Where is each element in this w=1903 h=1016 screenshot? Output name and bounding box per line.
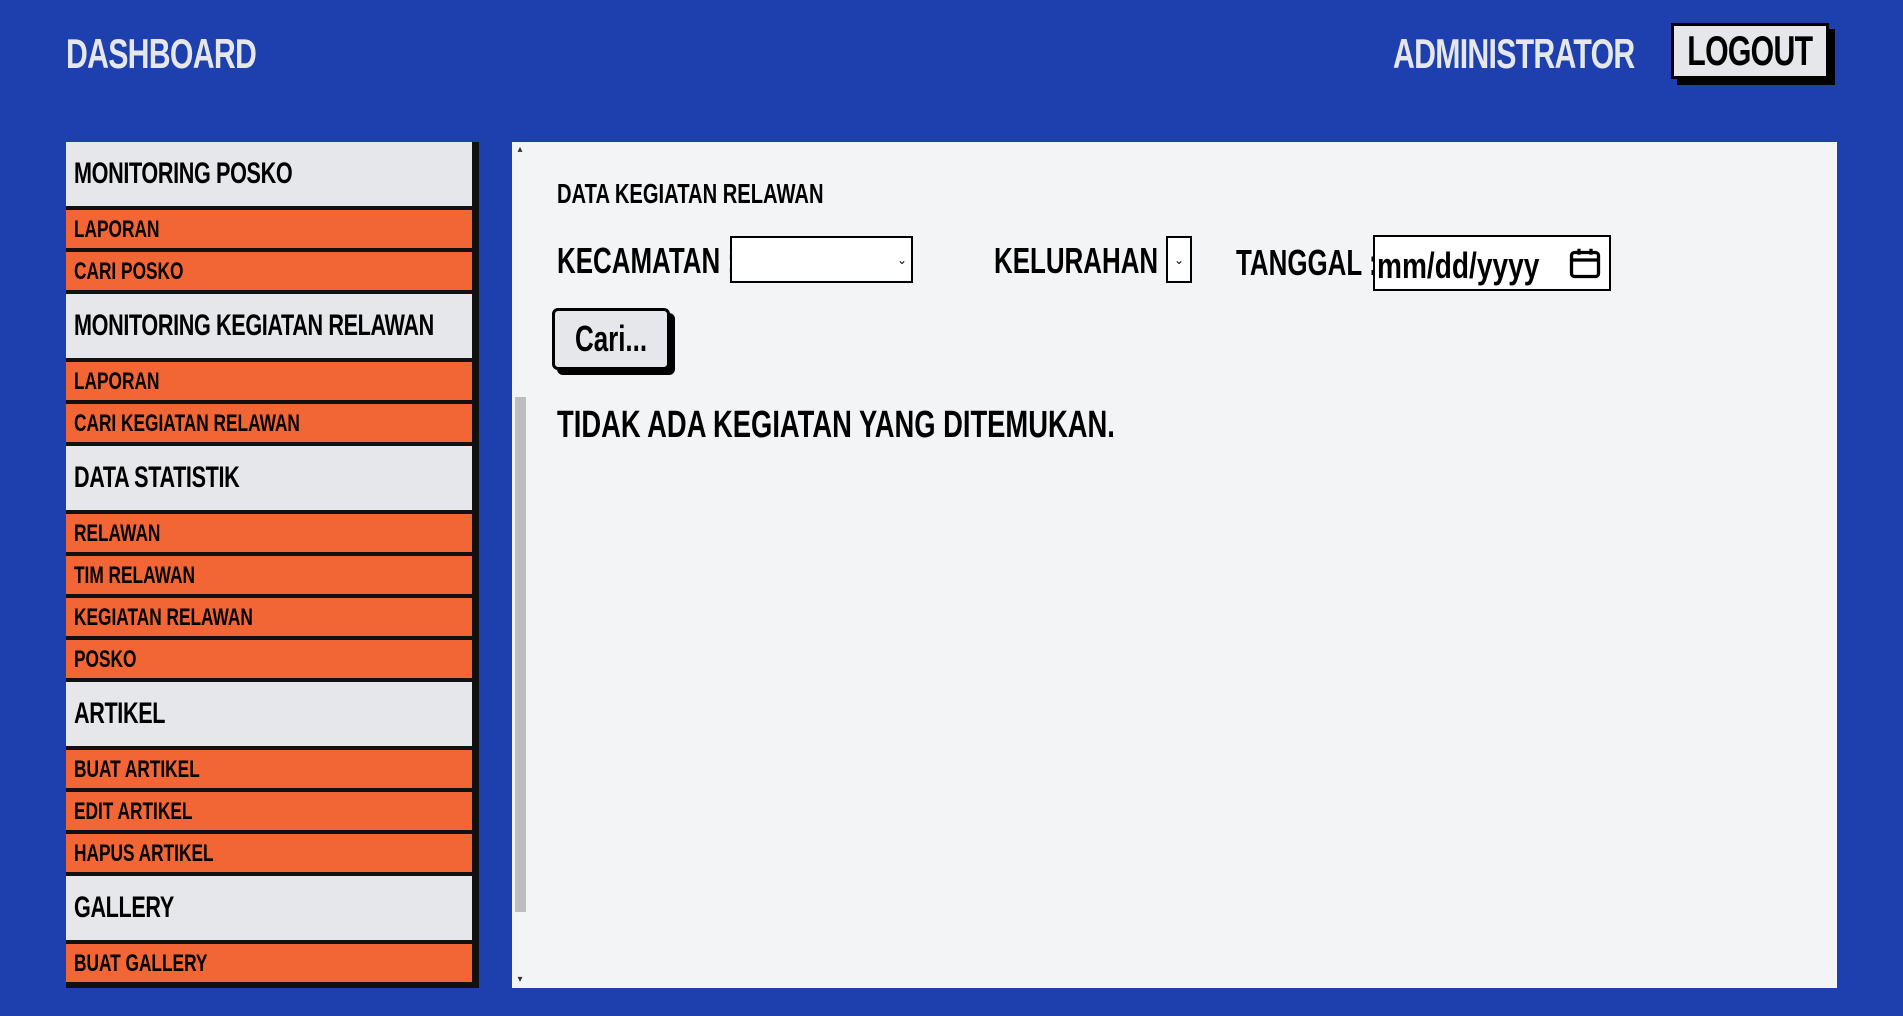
sidebar-section-monitoring-posko: MONITORING POSKO (66, 142, 472, 210)
sidebar-section-monitoring-kegiatan: MONITORING KEGIATAN RELAWAN (66, 294, 472, 362)
sidebar-section-title: MONITORING KEGIATAN RELAWAN (74, 309, 434, 342)
sidebar[interactable]: MONITORING POSKO LAPORAN CARI POSKO MONI… (66, 142, 479, 988)
chevron-down-icon: ⌄ (896, 252, 907, 267)
sidebar-item-buat-gallery[interactable]: BUAT GALLERY (66, 944, 472, 986)
sidebar-item-label: TIM RELAWAN (74, 562, 195, 589)
sidebar-item-label: KEGIATAN RELAWAN (74, 604, 253, 631)
sidebar-item-label: RELAWAN (74, 520, 161, 547)
sidebar-section-artikel: ARTIKEL (66, 682, 472, 750)
sidebar-item-label: LAPORAN (74, 368, 160, 395)
scrollbar-thumb[interactable] (515, 397, 526, 912)
sidebar-section-title: DATA STATISTIK (74, 461, 240, 494)
sidebar-menu: MONITORING POSKO LAPORAN CARI POSKO MONI… (66, 142, 472, 986)
sidebar-item-laporan-kegiatan[interactable]: LAPORAN (66, 362, 472, 404)
sidebar-item-tim-relawan[interactable]: TIM RELAWAN (66, 556, 472, 598)
sidebar-item-label: HAPUS ARTIKEL (74, 840, 214, 867)
scroll-up-arrow-icon[interactable]: ▴ (514, 144, 526, 156)
sidebar-item-label: POSKO (74, 646, 137, 673)
user-name: ADMINISTRATOR (1393, 30, 1635, 77)
sidebar-section-title: ARTIKEL (74, 697, 166, 730)
sidebar-item-kegiatan-relawan[interactable]: KEGIATAN RELAWAN (66, 598, 472, 640)
sidebar-section-title: GALLERY (74, 891, 174, 924)
date-placeholder: mm/dd/yyyy (1377, 245, 1540, 286)
search-button-label: Cari... (574, 318, 648, 359)
vertical-scrollbar[interactable]: ▴ ▾ (512, 142, 528, 988)
sidebar-item-laporan-posko[interactable]: LAPORAN (66, 210, 472, 252)
logout-button-label: LOGOUT (1687, 27, 1813, 74)
sidebar-item-hapus-artikel[interactable]: HAPUS ARTIKEL (66, 834, 472, 876)
sidebar-item-label: BUAT ARTIKEL (74, 756, 200, 783)
tanggal-date-input[interactable]: mm/dd/yyyy (1373, 235, 1611, 291)
calendar-icon[interactable] (1567, 245, 1603, 281)
sidebar-item-label: CARI POSKO (74, 258, 184, 285)
chevron-down-icon: ⌄ (1173, 252, 1184, 267)
sidebar-item-edit-artikel[interactable]: EDIT ARTIKEL (66, 792, 472, 834)
kecamatan-label: KECAMATAN : (557, 240, 737, 281)
sidebar-item-relawan[interactable]: RELAWAN (66, 514, 472, 556)
sidebar-item-label: EDIT ARTIKEL (74, 798, 193, 825)
main-panel: ▴ ▾ DATA KEGIATAN RELAWAN KECAMATAN : ⌄ … (512, 142, 1837, 988)
sidebar-item-label: CARI KEGIATAN RELAWAN (74, 410, 300, 437)
tanggal-label: TANGGAL : (1236, 242, 1378, 283)
sidebar-item-posko[interactable]: POSKO (66, 640, 472, 682)
kecamatan-select[interactable]: ⌄ (730, 236, 913, 283)
scroll-down-arrow-icon[interactable]: ▾ (514, 974, 526, 986)
kelurahan-select[interactable]: ⌄ (1166, 236, 1192, 283)
sidebar-item-cari-kegiatan[interactable]: CARI KEGIATAN RELAWAN (66, 404, 472, 446)
sidebar-item-label: BUAT GALLERY (74, 950, 208, 977)
empty-state-message: TIDAK ADA KEGIATAN YANG DITEMUKAN. (557, 404, 1115, 446)
sidebar-section-data-statistik: DATA STATISTIK (66, 446, 472, 514)
sidebar-item-buat-artikel[interactable]: BUAT ARTIKEL (66, 750, 472, 792)
page-title: DATA KEGIATAN RELAWAN (557, 178, 824, 209)
sidebar-section-gallery: GALLERY (66, 876, 472, 944)
sidebar-section-title: MONITORING POSKO (74, 157, 293, 190)
sidebar-item-label: LAPORAN (74, 216, 160, 243)
dashboard-title[interactable]: DASHBOARD (66, 30, 257, 78)
kelurahan-label: KELURAHAN : (994, 240, 1174, 281)
search-button[interactable]: Cari... (552, 308, 670, 370)
logout-button[interactable]: LOGOUT (1671, 23, 1829, 79)
sidebar-item-cari-posko[interactable]: CARI POSKO (66, 252, 472, 294)
top-bar: DASHBOARD ADMINISTRATOR LOGOUT (0, 0, 1903, 120)
